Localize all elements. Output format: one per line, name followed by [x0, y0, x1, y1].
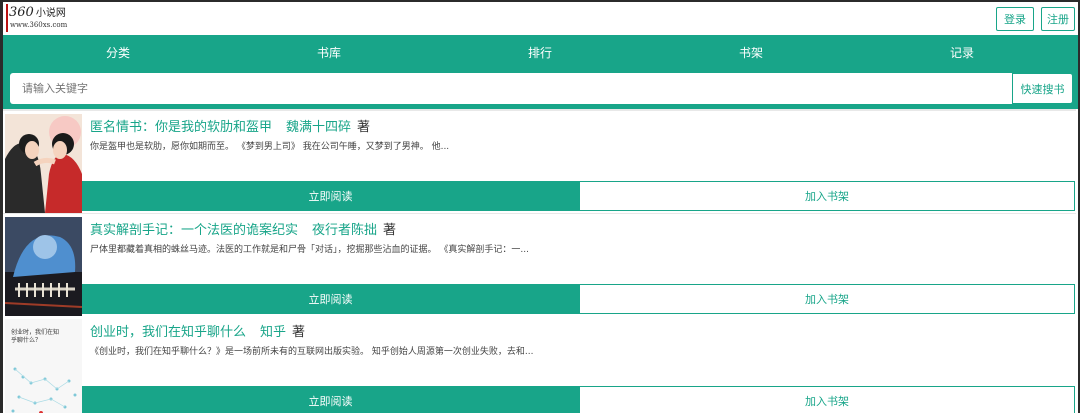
- logo-mark: 360: [9, 5, 34, 20]
- author-suffix: 著: [383, 223, 397, 238]
- logo-text: 360 小说网: [9, 4, 66, 20]
- register-button[interactable]: 注册: [1041, 7, 1075, 31]
- book-description: 《创业时，我们在知乎聊什么？》是一场前所未有的互联网出版实验。 知乎创始人周源第…: [90, 347, 534, 357]
- book-item: 匿名情书：你是我的软肋和盔甲 魏满十四碎著 你是盔甲也是软肋，愿你如期而至。 《梦…: [3, 111, 1076, 213]
- nav-item-history[interactable]: 记录: [922, 35, 1002, 71]
- book-description: 尸体里都藏着真相的蛛丝马迹。法医的工作就是和尸骨「对话」，挖掘那些沾血的证据。 …: [90, 245, 529, 255]
- search-button[interactable]: 快速搜书: [1012, 73, 1073, 104]
- book-cover-image[interactable]: [5, 217, 82, 316]
- nav-item-ranking[interactable]: 排行: [500, 35, 580, 71]
- book-author[interactable]: 夜行者陈拙: [312, 223, 377, 238]
- logo-url: www.360xs.com: [10, 21, 68, 29]
- nav-item-library[interactable]: 书库: [289, 35, 369, 71]
- author-suffix: 著: [292, 325, 306, 340]
- add-to-shelf-button[interactable]: 加入书架: [579, 284, 1075, 314]
- book-cover-image[interactable]: [5, 114, 82, 213]
- logo-cn: 小说网: [35, 8, 66, 19]
- logo-accent-bar: [6, 4, 8, 32]
- book-title-row: 创业时，我们在知乎聊什么 知乎著: [90, 321, 305, 340]
- search-bar: 快速搜书: [3, 71, 1078, 109]
- nav-item-bookshelf[interactable]: 书架: [711, 35, 791, 71]
- book-cover-image[interactable]: 创业时，我们在知乎聊什么？: [5, 319, 82, 413]
- site-logo[interactable]: 360 小说网 www.360xs.com: [6, 4, 89, 32]
- read-now-button[interactable]: 立即阅读: [82, 386, 579, 413]
- book-title[interactable]: 创业时，我们在知乎聊什么: [90, 325, 246, 340]
- read-now-button[interactable]: 立即阅读: [82, 284, 579, 314]
- nav-item-category[interactable]: 分类: [78, 35, 158, 71]
- login-button[interactable]: 登录: [996, 7, 1034, 31]
- cover-title: 创业时，我们在知乎聊什么？: [11, 329, 60, 344]
- add-to-shelf-button[interactable]: 加入书架: [579, 386, 1075, 413]
- read-now-button[interactable]: 立即阅读: [82, 181, 579, 211]
- book-title[interactable]: 真实解剖手记：一个法医的诡案纪实: [90, 223, 298, 238]
- top-header: 360 小说网 www.360xs.com 登录 注册: [3, 2, 1078, 35]
- book-author[interactable]: 知乎: [260, 325, 286, 340]
- add-to-shelf-button[interactable]: 加入书架: [579, 181, 1075, 211]
- book-title-row: 匿名情书：你是我的软肋和盔甲 魏满十四碎著: [90, 116, 370, 135]
- book-item: 真实解剖手记：一个法医的诡案纪实 夜行者陈拙著 尸体里都藏着真相的蛛丝马迹。法医的…: [3, 214, 1076, 316]
- main-nav: 分类 书库 排行 书架 记录: [3, 35, 1078, 71]
- book-description: 你是盔甲也是软肋，愿你如期而至。 《梦到男上司》 我在公司午睡，又梦到了男神。 …: [90, 142, 450, 152]
- book-title-row: 真实解剖手记：一个法医的诡案纪实 夜行者陈拙著: [90, 219, 396, 238]
- book-title[interactable]: 匿名情书：你是我的软肋和盔甲: [90, 120, 272, 135]
- author-suffix: 著: [357, 120, 371, 135]
- book-item: 创业时，我们在知乎聊什么？ 创业时，我们在知乎聊什么 知乎著 《创业时，我们在知乎…: [3, 316, 1076, 413]
- book-author[interactable]: 魏满十四碎: [286, 120, 351, 135]
- search-input[interactable]: [10, 73, 1012, 104]
